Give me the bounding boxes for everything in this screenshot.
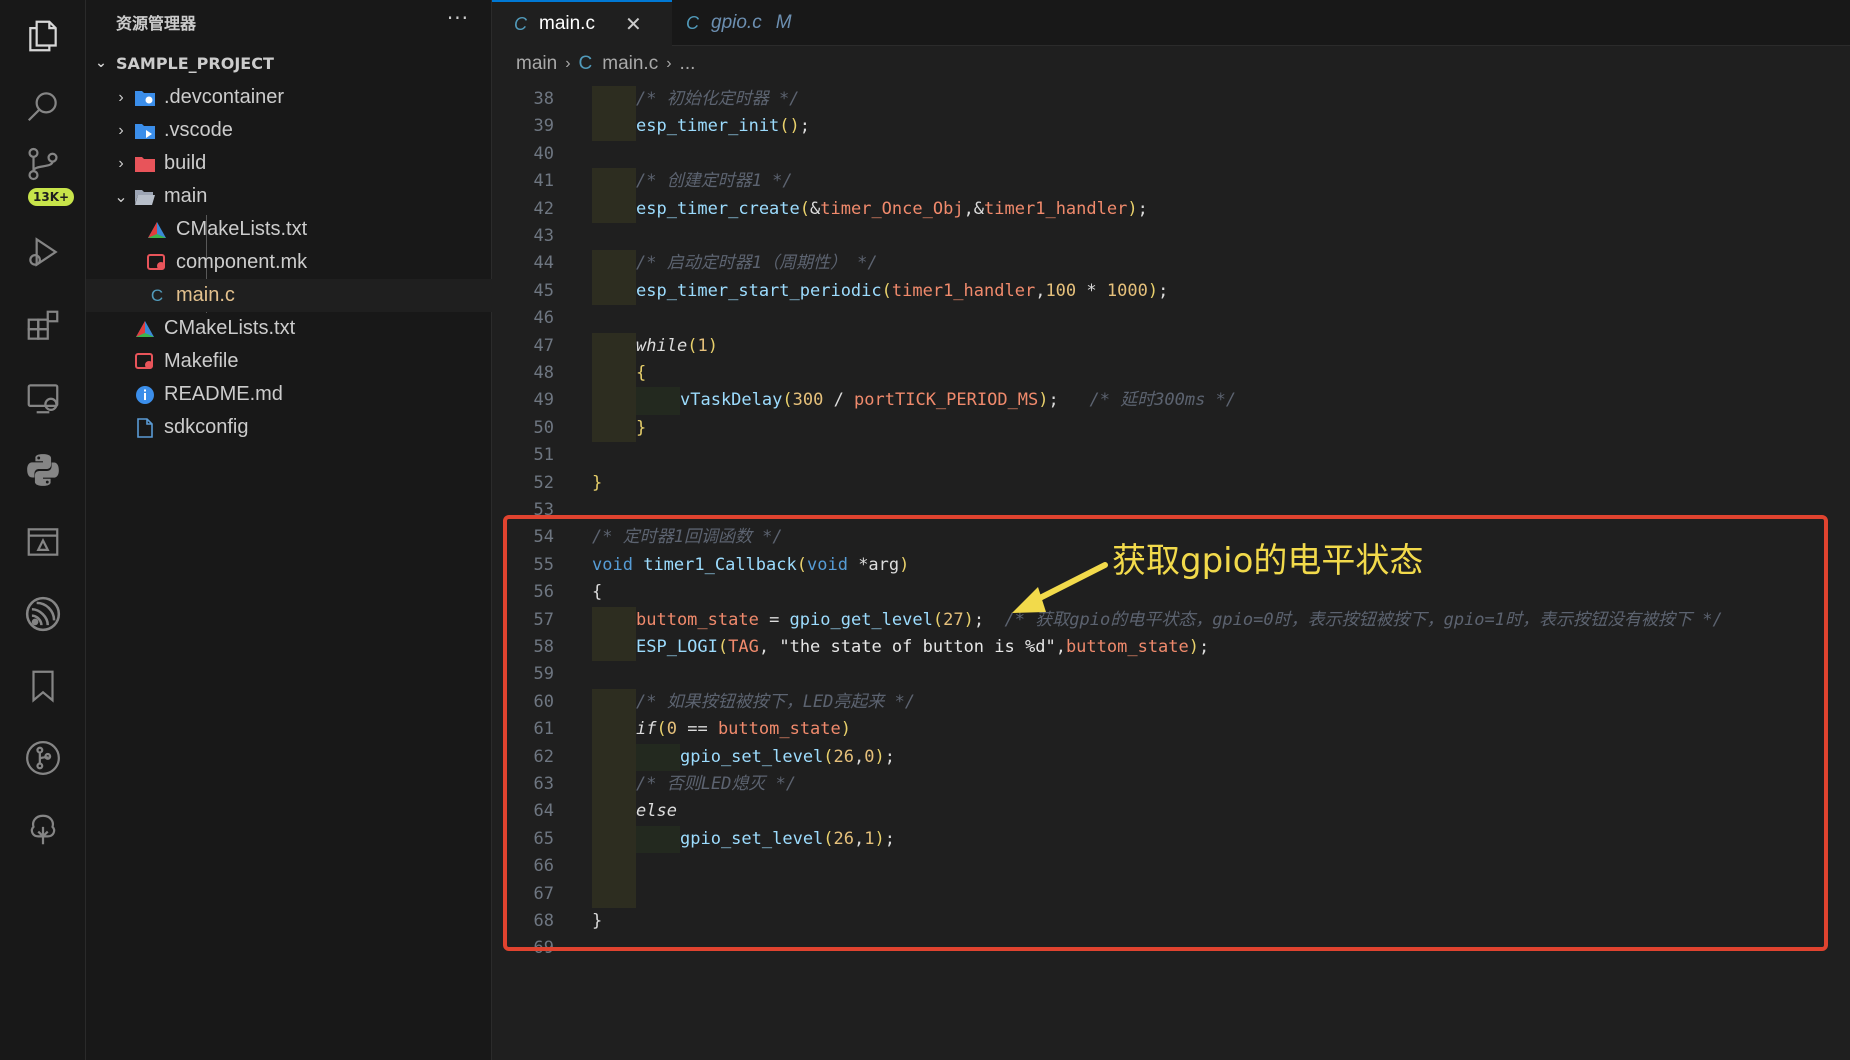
chevron-right-icon: › bbox=[118, 121, 124, 139]
testing-icon[interactable] bbox=[0, 506, 86, 578]
bookmark-icon[interactable] bbox=[0, 650, 86, 722]
tree-item-vscode[interactable]: › .vscode bbox=[86, 114, 492, 147]
tree-item-label: build bbox=[164, 152, 207, 174]
tree-item-label: Makefile bbox=[164, 350, 239, 372]
annotation-label: 获取gpio的电平状态 bbox=[1112, 541, 1424, 581]
code-line: vTaskDelay(300 / portTICK_PERIOD_MS); /*… bbox=[492, 387, 1850, 415]
activity-bar: 13K+ bbox=[0, 0, 86, 1060]
folder-open-icon bbox=[132, 186, 158, 208]
search-icon[interactable] bbox=[0, 70, 86, 142]
line-number-text: 46 bbox=[533, 308, 554, 329]
cmake-icon bbox=[144, 219, 170, 241]
tree-item-component-mk[interactable]: component.mk bbox=[86, 246, 492, 279]
tree-icon[interactable] bbox=[0, 794, 86, 866]
code-line: /* 初始化定时器 */ bbox=[492, 86, 1850, 114]
line-number-text: 40 bbox=[533, 143, 554, 164]
code-line: { bbox=[492, 360, 1850, 388]
tree-item-cmakelists-root[interactable]: CMakeLists.txt bbox=[86, 312, 492, 345]
tree-item-devcontainer[interactable]: › .devcontainer bbox=[86, 81, 492, 114]
tree-item-cmakelists-main[interactable]: CMakeLists.txt bbox=[86, 213, 492, 246]
tree-item-makefile[interactable]: Makefile bbox=[86, 345, 492, 378]
modified-indicator: M bbox=[775, 12, 792, 33]
breadcrumb-file[interactable]: main.c bbox=[602, 53, 658, 75]
chevron-right-icon: › bbox=[118, 88, 124, 106]
tree-item-readme[interactable]: README.md bbox=[86, 378, 492, 411]
tree-item-label: component.mk bbox=[176, 251, 308, 273]
tab-label: main.c bbox=[539, 13, 595, 34]
tree-item-label: main.c bbox=[176, 284, 235, 306]
tab-gpio-c[interactable]: C gpio.c M bbox=[672, 0, 832, 46]
code-line: while(1) bbox=[492, 332, 1850, 360]
code-line: esp_timer_create(&timer_Once_Obj,&timer1… bbox=[492, 195, 1850, 223]
chevron-right-icon: › bbox=[666, 55, 672, 72]
code-line: /* 创建定时器1 */ bbox=[492, 168, 1850, 196]
c-file-icon: C bbox=[578, 53, 593, 74]
tree-item-main[interactable]: ⌄ main bbox=[86, 180, 492, 213]
line-number: 51 bbox=[492, 442, 1850, 469]
more-actions-icon[interactable]: ··· bbox=[447, 6, 469, 30]
espressif-icon[interactable] bbox=[0, 578, 86, 650]
tree-item-label: .devcontainer bbox=[164, 86, 285, 108]
explorer-icon[interactable] bbox=[0, 0, 86, 72]
python-icon[interactable] bbox=[0, 434, 86, 506]
code-line: esp_timer_init(); bbox=[492, 113, 1850, 141]
folder-icon bbox=[132, 87, 158, 109]
c-file-icon: C bbox=[686, 12, 699, 33]
breadcrumb: main › C main.c › ... bbox=[516, 50, 695, 78]
annotation-arrow-icon bbox=[1012, 562, 1108, 613]
tree-item-build[interactable]: › build bbox=[86, 147, 492, 180]
makefile-icon bbox=[132, 351, 158, 373]
c-file-icon: C bbox=[150, 285, 164, 305]
line-number-text: 43 bbox=[533, 226, 554, 246]
explorer-sidebar: 资源管理器 ··· ⌄ SAMPLE_PROJECT › .devcontain… bbox=[86, 0, 492, 1060]
tree-item-sdkconfig[interactable]: sdkconfig bbox=[86, 411, 492, 444]
tree-item-label: README.md bbox=[164, 383, 283, 405]
close-icon[interactable]: ✕ bbox=[625, 12, 642, 37]
tree-item-label: main bbox=[164, 185, 208, 207]
breadcrumb-symbol[interactable]: ... bbox=[680, 53, 696, 75]
tree-item-label: CMakeLists.txt bbox=[164, 317, 296, 339]
line-number-text: 51 bbox=[533, 445, 554, 466]
chevron-down-icon: ⌄ bbox=[95, 55, 107, 71]
tab-main-c[interactable]: C main.c ✕ bbox=[492, 0, 672, 46]
source-control-icon[interactable]: 13K+ bbox=[0, 138, 86, 210]
chevron-right-icon: › bbox=[565, 55, 571, 72]
git-graph-icon[interactable] bbox=[0, 722, 86, 794]
project-header[interactable]: ⌄ SAMPLE_PROJECT bbox=[86, 48, 492, 78]
folder-icon bbox=[132, 120, 158, 142]
tree-item-label: CMakeLists.txt bbox=[176, 218, 308, 240]
file-icon bbox=[132, 417, 158, 439]
cmake-icon bbox=[132, 318, 158, 340]
folder-icon bbox=[132, 153, 158, 175]
line-number: 40 bbox=[492, 141, 1850, 168]
source-control-badge: 13K+ bbox=[28, 188, 75, 206]
tree-item-label: .vscode bbox=[164, 119, 233, 141]
chevron-right-icon: › bbox=[118, 154, 124, 172]
code-line: } bbox=[492, 414, 1850, 443]
makefile-icon bbox=[144, 252, 170, 274]
extensions-icon[interactable] bbox=[0, 290, 86, 362]
line-number: 43 bbox=[492, 223, 1850, 250]
code-line: esp_timer_start_periodic(timer1_handler,… bbox=[492, 277, 1850, 306]
tree-item-label: sdkconfig bbox=[164, 416, 249, 438]
breadcrumb-folder[interactable]: main bbox=[516, 53, 557, 75]
tab-bar: C main.c ✕ C gpio.c M bbox=[492, 0, 1850, 46]
project-name: SAMPLE_PROJECT bbox=[116, 53, 274, 73]
chevron-down-icon: ⌄ bbox=[114, 188, 128, 206]
remote-explorer-icon[interactable] bbox=[0, 362, 86, 434]
tab-label: gpio.c bbox=[711, 12, 762, 33]
info-icon bbox=[132, 384, 158, 406]
run-debug-icon[interactable] bbox=[0, 216, 86, 288]
line-number: 46 bbox=[492, 305, 1850, 332]
sidebar-title: 资源管理器 bbox=[116, 14, 197, 33]
code-line: /* 启动定时器1（周期性） */ bbox=[492, 250, 1850, 278]
tree-item-main-c[interactable]: C main.c bbox=[86, 279, 492, 312]
code-line: } bbox=[592, 472, 603, 493]
c-file-icon: C bbox=[514, 13, 527, 34]
